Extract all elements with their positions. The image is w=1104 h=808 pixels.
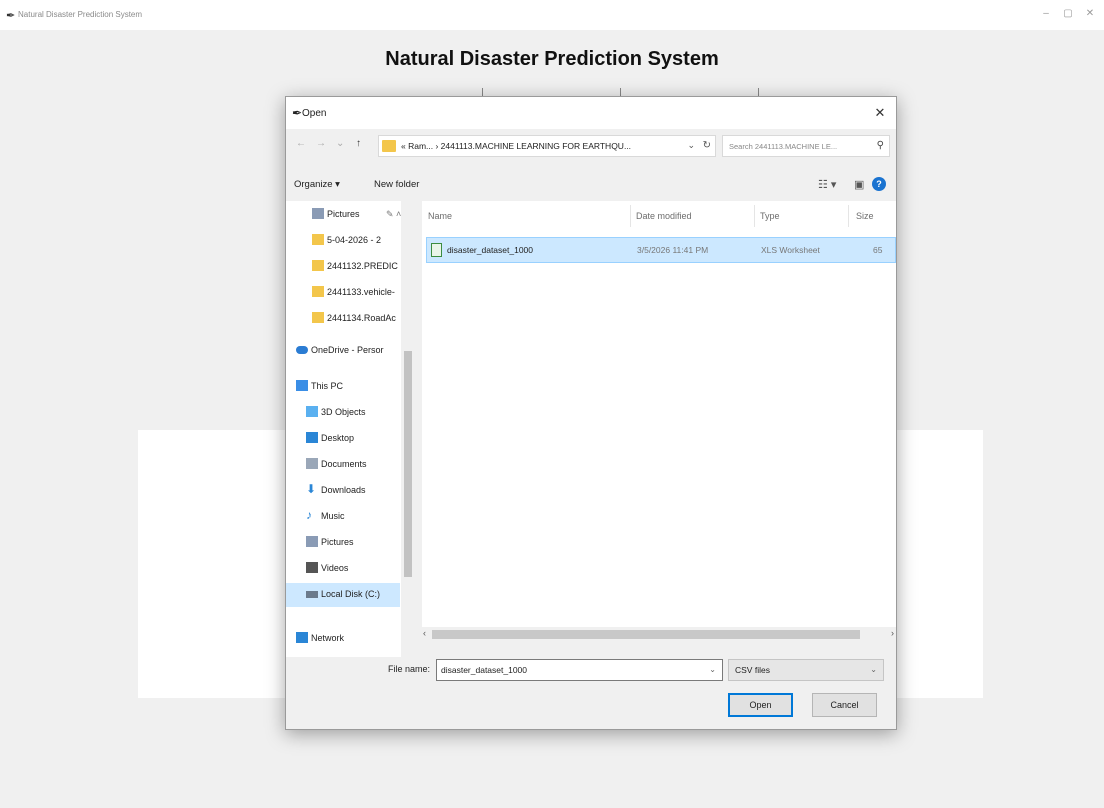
view-options-icon[interactable]: ☷ ▾	[818, 178, 836, 191]
button-edge	[482, 88, 483, 96]
scroll-right-icon[interactable]: ›	[891, 628, 894, 638]
column-header-size[interactable]: Size	[856, 211, 874, 221]
close-icon[interactable]: ✕	[1082, 8, 1098, 19]
button-edge	[620, 88, 621, 96]
open-file-dialog: ✒ Open ✕ ← → ⌄ ↑ « Ram... › 2441113.MACH…	[285, 96, 897, 730]
sidebar-item-folder[interactable]: 2441133.vehicle-	[286, 281, 400, 305]
sidebar-item-folder[interactable]: 2441132.PREDIC	[286, 255, 400, 279]
sidebar-item-folder[interactable]: 5-04-2026 - 2	[286, 229, 400, 253]
dialog-toolbar: Organize ▾ New folder ☷ ▾ ▣ ?	[286, 173, 896, 197]
folder-icon	[312, 234, 324, 245]
file-row[interactable]: disaster_dataset_1000 3/5/2026 11:41 PM …	[426, 237, 896, 263]
column-divider[interactable]	[848, 205, 849, 227]
file-date: 3/5/2026 11:41 PM	[637, 245, 709, 255]
computer-icon	[296, 380, 308, 391]
folder-icon	[382, 140, 396, 152]
sidebar-item-desktop[interactable]: Desktop	[286, 427, 400, 451]
file-type-filter[interactable]: CSV files ⌄	[728, 659, 884, 681]
nav-scroll-thumb[interactable]	[404, 351, 412, 577]
nav-scrollbar[interactable]	[401, 201, 415, 657]
column-divider[interactable]	[754, 205, 755, 227]
sidebar-item-pictures[interactable]: Pictures	[286, 531, 400, 555]
address-row: ← → ⌄ ↑ « Ram... › 2441113.MACHINE LEARN…	[286, 133, 896, 159]
sidebar-item-network[interactable]: Network	[286, 627, 400, 651]
cube-icon	[306, 406, 318, 417]
column-header-type[interactable]: Type	[760, 211, 780, 221]
sidebar-item-this-pc[interactable]: This PC	[286, 375, 400, 399]
sidebar-item-videos[interactable]: Videos	[286, 557, 400, 581]
column-header-name[interactable]: Name	[428, 211, 452, 221]
page-title: Natural Disaster Prediction System	[385, 48, 719, 70]
sidebar-item-folder[interactable]: 2441134.RoadAc	[286, 307, 400, 331]
dialog-titlebar: ✒ Open ✕	[286, 97, 896, 129]
sidebar-item-pictures-quick[interactable]: Pictures ✎ ˄	[286, 203, 402, 227]
help-icon[interactable]: ?	[872, 177, 886, 191]
folder-icon	[312, 260, 324, 271]
folder-icon	[312, 286, 324, 297]
new-folder-button[interactable]: New folder	[374, 179, 419, 190]
sidebar-item-documents[interactable]: Documents	[286, 453, 400, 477]
chevron-down-icon[interactable]: ⌄	[687, 140, 695, 151]
horizontal-scrollbar[interactable]: ‹ ›	[422, 627, 896, 641]
sidebar-item-local-disk[interactable]: Local Disk (C:)	[286, 583, 400, 607]
button-edge	[758, 88, 759, 96]
file-type: XLS Worksheet	[761, 245, 820, 255]
download-icon: ⬇	[306, 482, 317, 496]
minimize-icon[interactable]: –	[1038, 8, 1054, 19]
music-icon: ♪	[306, 508, 312, 522]
file-size: 65	[873, 245, 883, 255]
sidebar-item-3d-objects[interactable]: 3D Objects	[286, 401, 400, 425]
feather-icon: ✒	[292, 106, 303, 120]
feather-icon: ✒	[6, 10, 16, 22]
scroll-left-icon[interactable]: ‹	[423, 628, 426, 638]
pictures-icon	[312, 208, 324, 219]
pictures-icon	[306, 536, 318, 547]
address-path: « Ram... › 2441113.MACHINE LEARNING FOR …	[401, 141, 632, 151]
preview-pane-icon[interactable]: ▣	[854, 178, 864, 191]
network-icon	[296, 632, 308, 643]
pin-icon: ✎ ˄	[386, 209, 402, 219]
close-icon[interactable]: ✕	[870, 105, 890, 121]
search-placeholder: Search 2441113.MACHINE LE...	[729, 142, 838, 151]
file-list: Name Date modified Type Size disaster_da…	[422, 201, 896, 639]
maximize-icon[interactable]: ▢	[1060, 8, 1076, 19]
address-bar[interactable]: « Ram... › 2441113.MACHINE LEARNING FOR …	[378, 135, 716, 157]
sidebar-item-music[interactable]: ♪ Music	[286, 505, 400, 529]
spreadsheet-icon	[431, 243, 442, 257]
sidebar-item-downloads[interactable]: ⬇ Downloads	[286, 479, 400, 503]
forward-icon[interactable]: →	[316, 138, 326, 149]
dialog-title: Open	[302, 108, 327, 119]
chevron-down-icon[interactable]: ⌄	[709, 665, 716, 674]
search-icon: ⚲	[876, 140, 884, 151]
sidebar-item-onedrive[interactable]: OneDrive - Persor	[286, 339, 400, 363]
chevron-down-icon[interactable]: ⌄	[336, 138, 344, 149]
organize-menu[interactable]: Organize ▾	[294, 179, 340, 190]
file-name-label: File name:	[388, 664, 431, 674]
app-title: Natural Disaster Prediction System	[18, 10, 143, 19]
up-arrow-icon[interactable]: ↑	[356, 138, 361, 149]
chevron-down-icon: ⌄	[870, 665, 877, 674]
app-titlebar: ✒ Natural Disaster Prediction System – ▢…	[0, 0, 1104, 30]
videos-icon	[306, 562, 318, 573]
horizontal-scroll-thumb[interactable]	[432, 630, 860, 639]
column-header-date[interactable]: Date modified	[636, 211, 692, 221]
file-name-value: disaster_dataset_1000	[441, 665, 528, 675]
navigation-pane: Pictures ✎ ˄ 5-04-2026 - 2 2441132.PREDI…	[286, 201, 415, 657]
search-input[interactable]: Search 2441113.MACHINE LE... ⚲	[722, 135, 890, 157]
open-button[interactable]: Open	[728, 693, 793, 717]
onedrive-icon	[296, 346, 308, 354]
column-divider[interactable]	[630, 205, 631, 227]
refresh-icon[interactable]: ↻	[703, 140, 711, 151]
file-name: disaster_dataset_1000	[447, 245, 534, 255]
folder-icon	[312, 312, 324, 323]
drive-icon	[306, 591, 318, 598]
file-name-input[interactable]: disaster_dataset_1000 ⌄	[436, 659, 723, 681]
desktop-icon	[306, 432, 318, 443]
documents-icon	[306, 458, 318, 469]
filter-value: CSV files	[735, 665, 770, 675]
cancel-button[interactable]: Cancel	[812, 693, 877, 717]
back-icon[interactable]: ←	[296, 138, 306, 149]
